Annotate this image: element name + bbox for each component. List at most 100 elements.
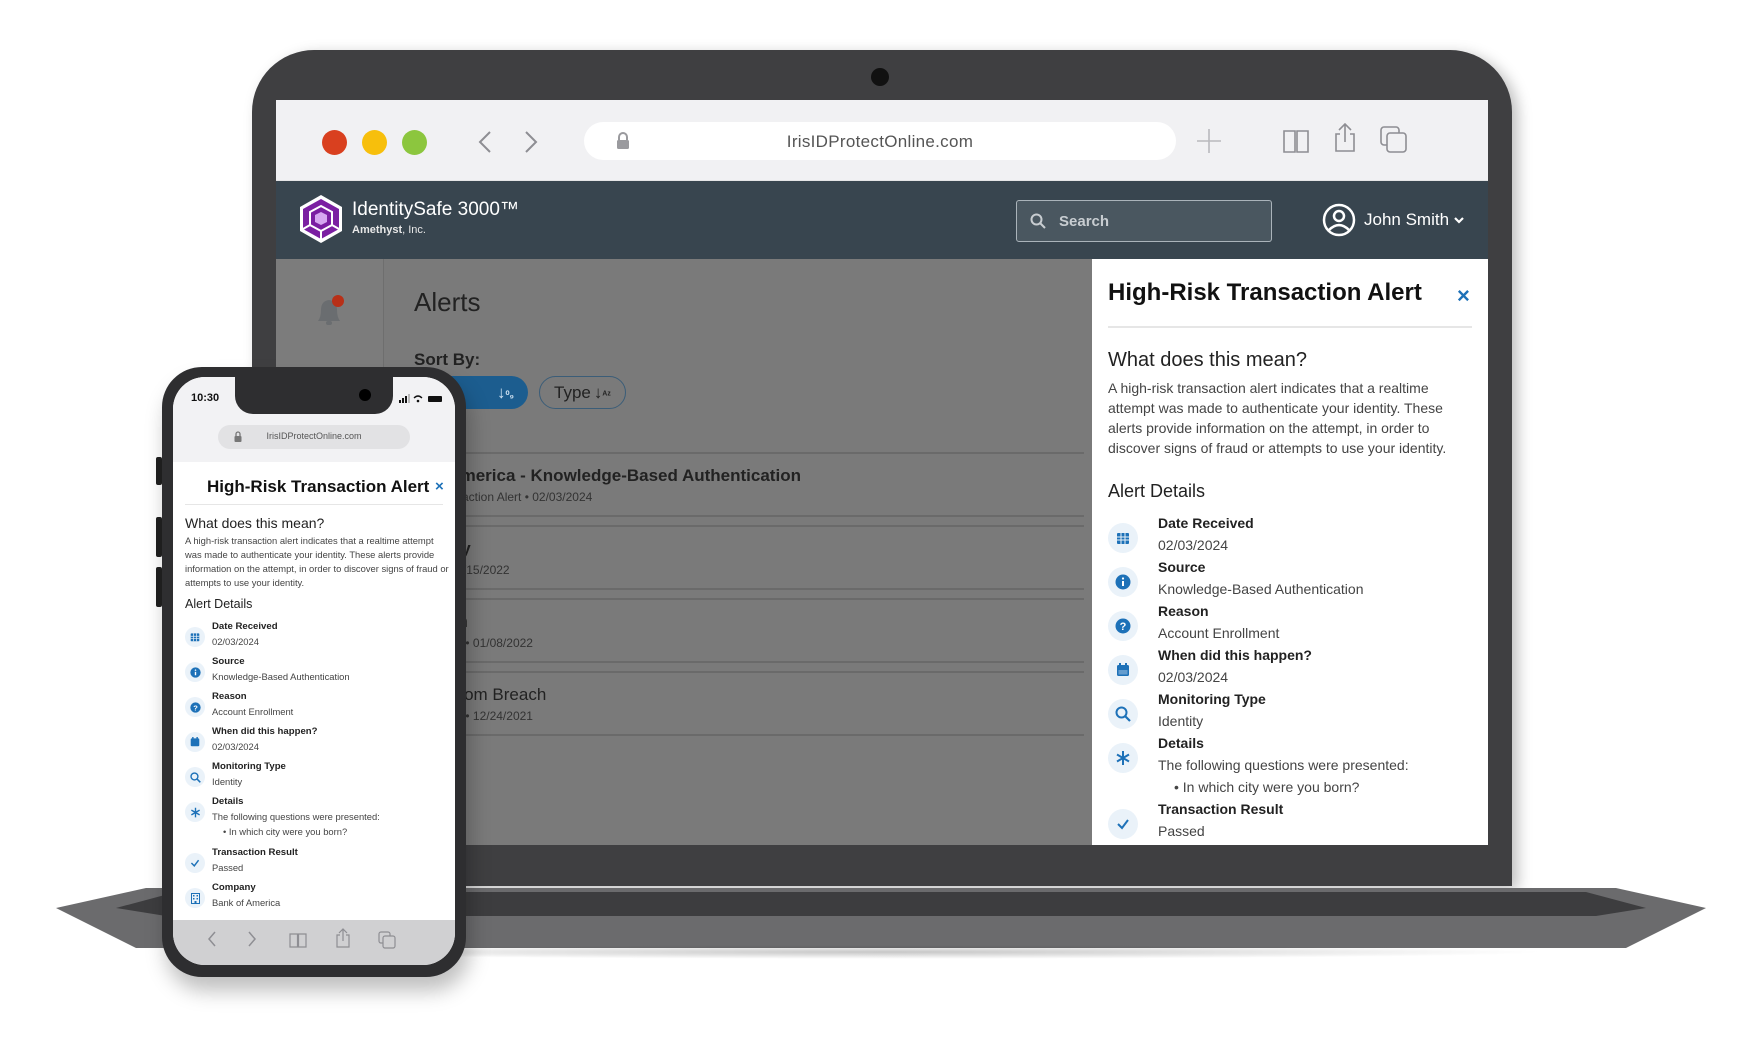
detail-value: The following questions were presented: [212, 811, 380, 822]
detail-label: Reason [1158, 603, 1209, 619]
phone-notch [235, 377, 393, 414]
search-placeholder: Search [1059, 213, 1110, 230]
page-title: Alerts [414, 287, 481, 317]
bookmarks-icon[interactable] [289, 933, 307, 948]
detail-bullet: • In which city were you born? [1174, 779, 1360, 795]
detail-label: Source [212, 656, 245, 667]
alert-list-item[interactable]: k of America - Knowledge-Based Authentic… [384, 452, 1084, 517]
detail-value: 02/03/2024 [1158, 669, 1229, 685]
phone-address-bar[interactable]: IrisIDProtectOnline.com [218, 425, 410, 449]
detail-value: 02/03/2024 [212, 741, 259, 752]
laptop-camera [871, 68, 889, 86]
svg-text:?: ? [1120, 621, 1127, 633]
close-icon[interactable]: × [1457, 283, 1470, 309]
tabs-icon[interactable] [1380, 126, 1408, 154]
asterisk-icon [185, 802, 205, 822]
brand-company-name: Amethyst [352, 224, 403, 236]
maximize-window-button[interactable] [402, 130, 427, 155]
question-icon: ? [1108, 611, 1138, 641]
share-icon[interactable] [1334, 123, 1356, 153]
detail-value: Account Enrollment [212, 706, 294, 717]
new-tab-icon[interactable] [1196, 128, 1222, 154]
check-icon [185, 853, 205, 873]
check-icon [1108, 809, 1138, 839]
search-icon [185, 767, 205, 787]
calendar-grid-icon [185, 627, 205, 647]
phone-panel-title: High-Risk Transaction Alert [207, 477, 430, 496]
phone-side-button [156, 567, 162, 607]
share-icon[interactable] [336, 928, 350, 948]
url-text: IrisIDProtectOnline.com [786, 132, 974, 151]
detail-label: Source [1158, 559, 1206, 575]
detail-value: 02/03/2024 [212, 636, 259, 647]
phone-browser-bottom-bar [173, 920, 455, 965]
detail-label: Date Received [1158, 515, 1254, 531]
details-heading: Alert Details [1108, 481, 1206, 501]
forward-icon[interactable] [524, 130, 538, 154]
phone-meaning-text: A high-risk transaction alert indicates … [185, 535, 449, 588]
brand-company: Amethyst, Inc. [352, 224, 426, 236]
alert-detail-panel: High-Risk Transaction Alert × What does … [1092, 259, 1488, 845]
bell-notification-icon[interactable] [312, 294, 348, 330]
chevron-down-icon [1454, 217, 1464, 224]
search-icon [1030, 213, 1046, 229]
browser-toolbar: IrisIDProtectOnline.com [276, 100, 1488, 181]
calendar-grid-icon [1108, 523, 1138, 553]
divider [1108, 326, 1472, 328]
detail-value: Knowledge-Based Authentication [212, 671, 350, 682]
alerts-list-area: Alerts Sort By: ↓⁰₉ Type ↓ᴬᶻ lerts k of … [384, 259, 1084, 845]
back-icon[interactable] [478, 130, 492, 154]
meaning-text: A high-risk transaction alert indicates … [1108, 380, 1447, 456]
bookmarks-icon[interactable] [1283, 129, 1309, 153]
info-icon [1108, 567, 1138, 597]
detail-bullet: • In which city were you born? [223, 826, 348, 837]
status-time: 10:30 [191, 392, 220, 404]
phone-browser-top: 10:30 IrisIDProtectOnline.com [173, 377, 455, 462]
divider [185, 504, 443, 505]
asterisk-icon [1108, 743, 1138, 773]
sort-by-type-button[interactable]: Type ↓ᴬᶻ [539, 376, 626, 409]
user-name: John Smith [1364, 210, 1450, 229]
phone-details-heading: Alert Details [185, 597, 253, 611]
detail-label: Monitoring Type [1158, 691, 1266, 707]
detail-label: Date Received [212, 621, 278, 632]
info-icon [185, 662, 205, 682]
alert-title: k of America - Knowledge-Based Authentic… [414, 466, 801, 485]
phone-side-button [156, 517, 162, 557]
detail-label: Details [1158, 735, 1204, 751]
question-icon: ? [185, 697, 205, 717]
alert-list-item[interactable]: book.com Breach Veb Alert • 12/24/2021 [384, 671, 1084, 736]
phone-screen: 10:30 IrisIDProtectOnline.com High-Risk … [173, 377, 455, 965]
detail-value: Passed [1158, 823, 1205, 839]
app-header: IdentitySafe 3000™ Amethyst, Inc. Search… [276, 181, 1488, 259]
alert-list-item[interactable]: Breach Veb Alert • 01/08/2022 [384, 598, 1084, 663]
detail-value: The following questions were presented: [1158, 757, 1409, 773]
detail-value: 02/03/2024 [1158, 537, 1229, 553]
minimize-window-button[interactable] [362, 130, 387, 155]
search-icon [1108, 699, 1138, 729]
detail-label: Reason [212, 691, 247, 702]
meaning-heading: What does this mean? [1108, 349, 1307, 371]
detail-value: Knowledge-Based Authentication [1158, 581, 1364, 597]
brand-title: IdentitySafe 3000™ [352, 199, 519, 220]
forward-icon[interactable] [247, 930, 257, 948]
detail-value: Identity [1158, 713, 1204, 729]
sort-numeric-icon: ↓⁰₉ [496, 382, 514, 402]
detail-value: Passed [212, 862, 244, 873]
phone-frame: 10:30 IrisIDProtectOnline.com High-Risk … [156, 367, 466, 977]
detail-label: Details [212, 796, 244, 807]
alert-list-item[interactable]: Inquiry Alert • 03/15/2022 [384, 525, 1084, 590]
status-icons [399, 394, 442, 403]
address-bar[interactable]: IrisIDProtectOnline.com [584, 122, 1176, 160]
search-input[interactable]: Search [1016, 200, 1272, 242]
user-menu[interactable]: John Smith [1322, 200, 1473, 240]
detail-label: Company [212, 882, 256, 893]
tabs-icon[interactable] [378, 931, 396, 949]
close-window-button[interactable] [322, 130, 347, 155]
detail-label: Monitoring Type [212, 761, 286, 772]
svg-text:?: ? [193, 703, 198, 712]
amethyst-logo-icon[interactable] [298, 194, 344, 244]
back-icon[interactable] [207, 930, 217, 948]
calendar-icon [185, 732, 205, 752]
close-icon[interactable]: × [435, 478, 444, 495]
